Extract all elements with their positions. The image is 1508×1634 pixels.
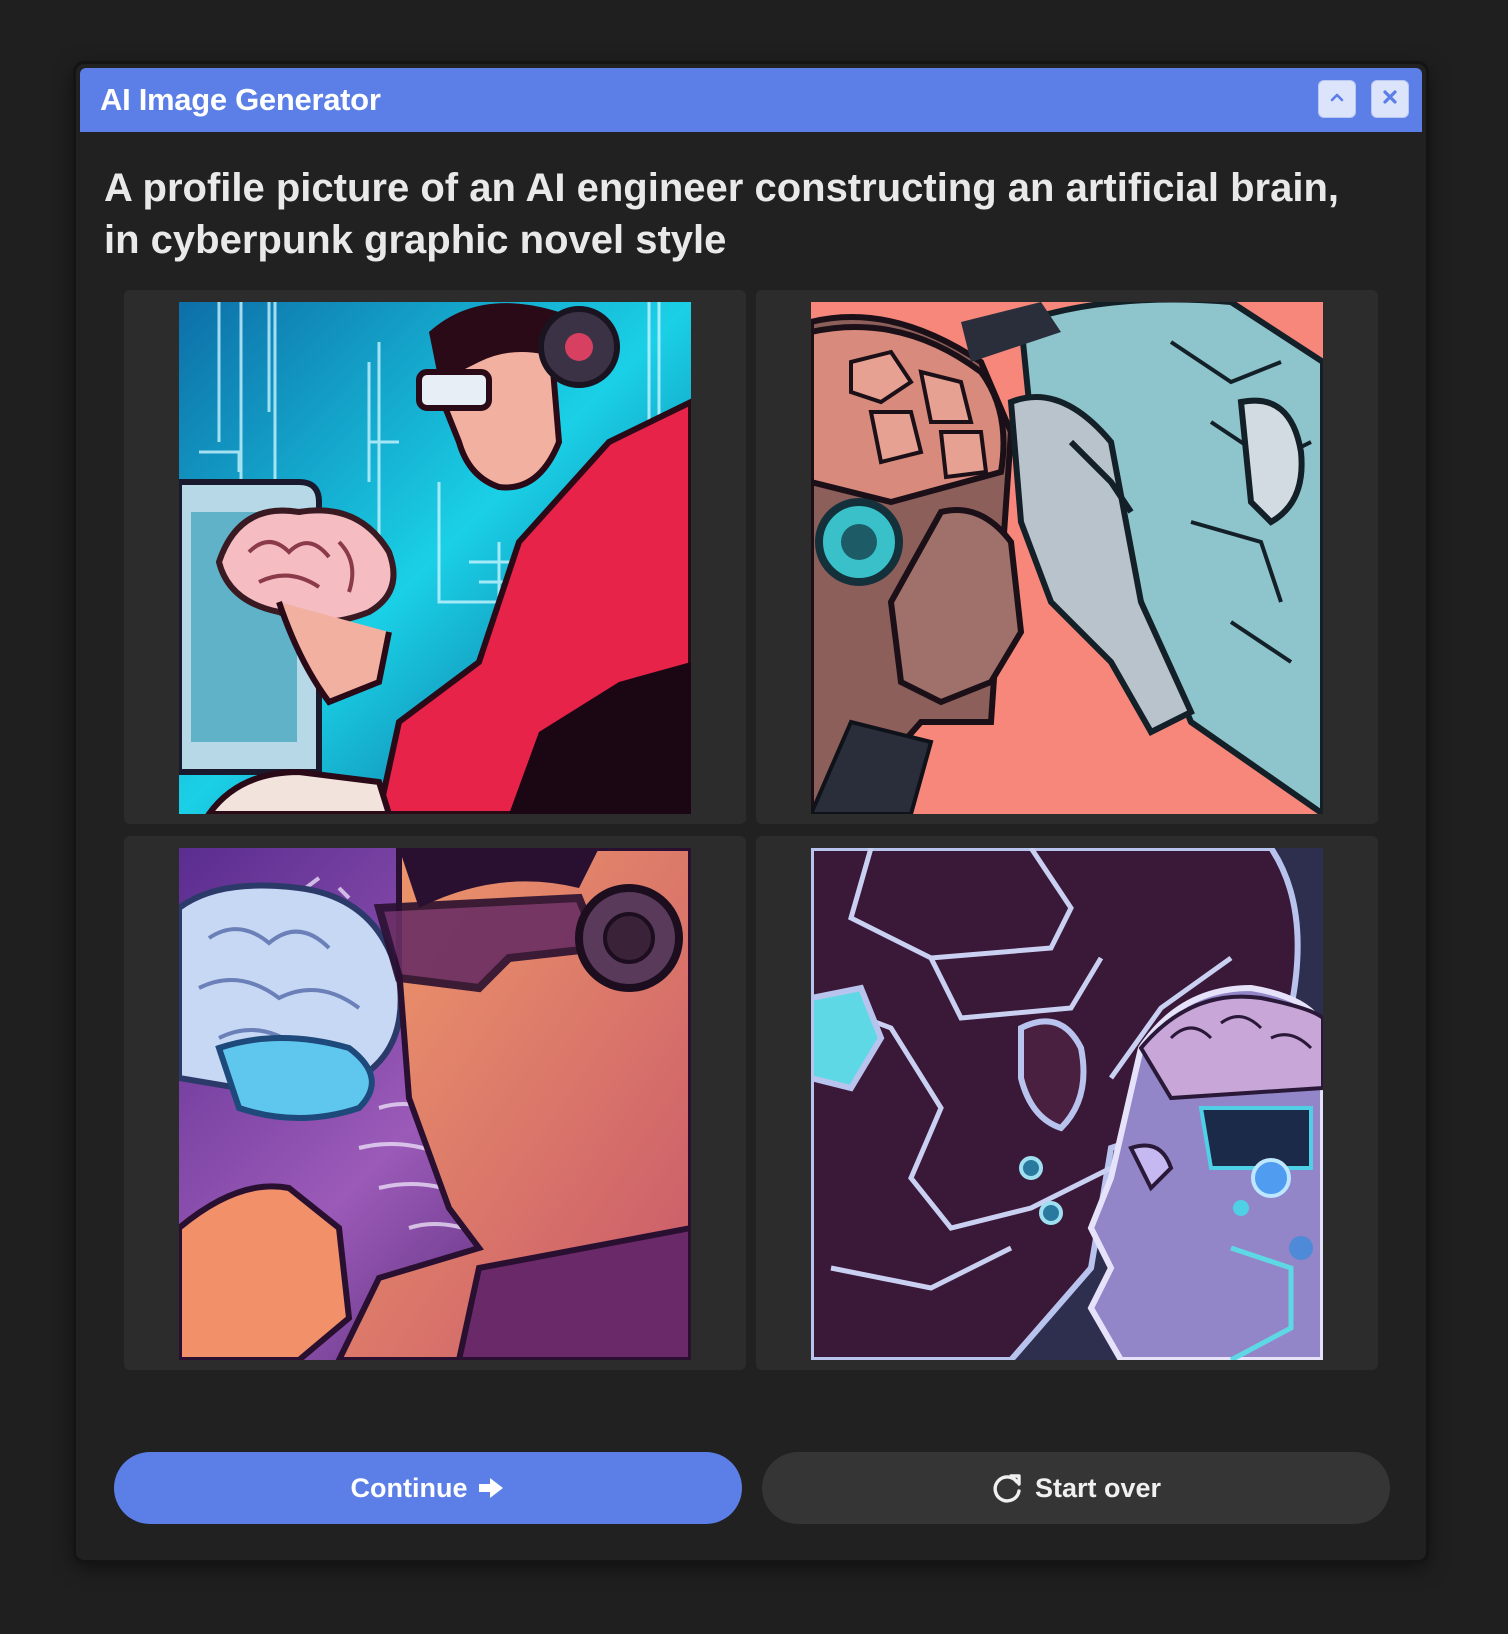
start-over-button[interactable]: Start over <box>762 1452 1390 1524</box>
window-title: AI Image Generator <box>100 82 381 117</box>
continue-button[interactable]: Continue <box>114 1452 742 1524</box>
start-over-label: Start over <box>1034 1472 1162 1503</box>
generated-image <box>811 848 1323 1360</box>
image-tile[interactable] <box>124 290 746 824</box>
prompt-text: A profile picture of an AI engineer cons… <box>104 166 1339 262</box>
close-icon <box>1381 88 1399 111</box>
continue-label: Continue <box>350 1472 468 1503</box>
generated-image <box>179 848 691 1360</box>
image-tile[interactable] <box>756 290 1378 824</box>
image-tile[interactable] <box>756 836 1378 1370</box>
title-bar: AI Image Generator <box>80 68 1422 132</box>
image-tile[interactable] <box>124 836 746 1370</box>
chevron-up-icon <box>1329 90 1345 108</box>
collapse-button[interactable] <box>1318 80 1356 118</box>
refresh-icon <box>991 1472 1023 1504</box>
arrow-right-icon <box>477 1476 505 1500</box>
close-button[interactable] <box>1371 80 1409 118</box>
generator-window: AI Image Generator A profile picture of … <box>76 64 1426 1560</box>
generated-image <box>811 302 1323 814</box>
generated-image <box>179 302 691 814</box>
